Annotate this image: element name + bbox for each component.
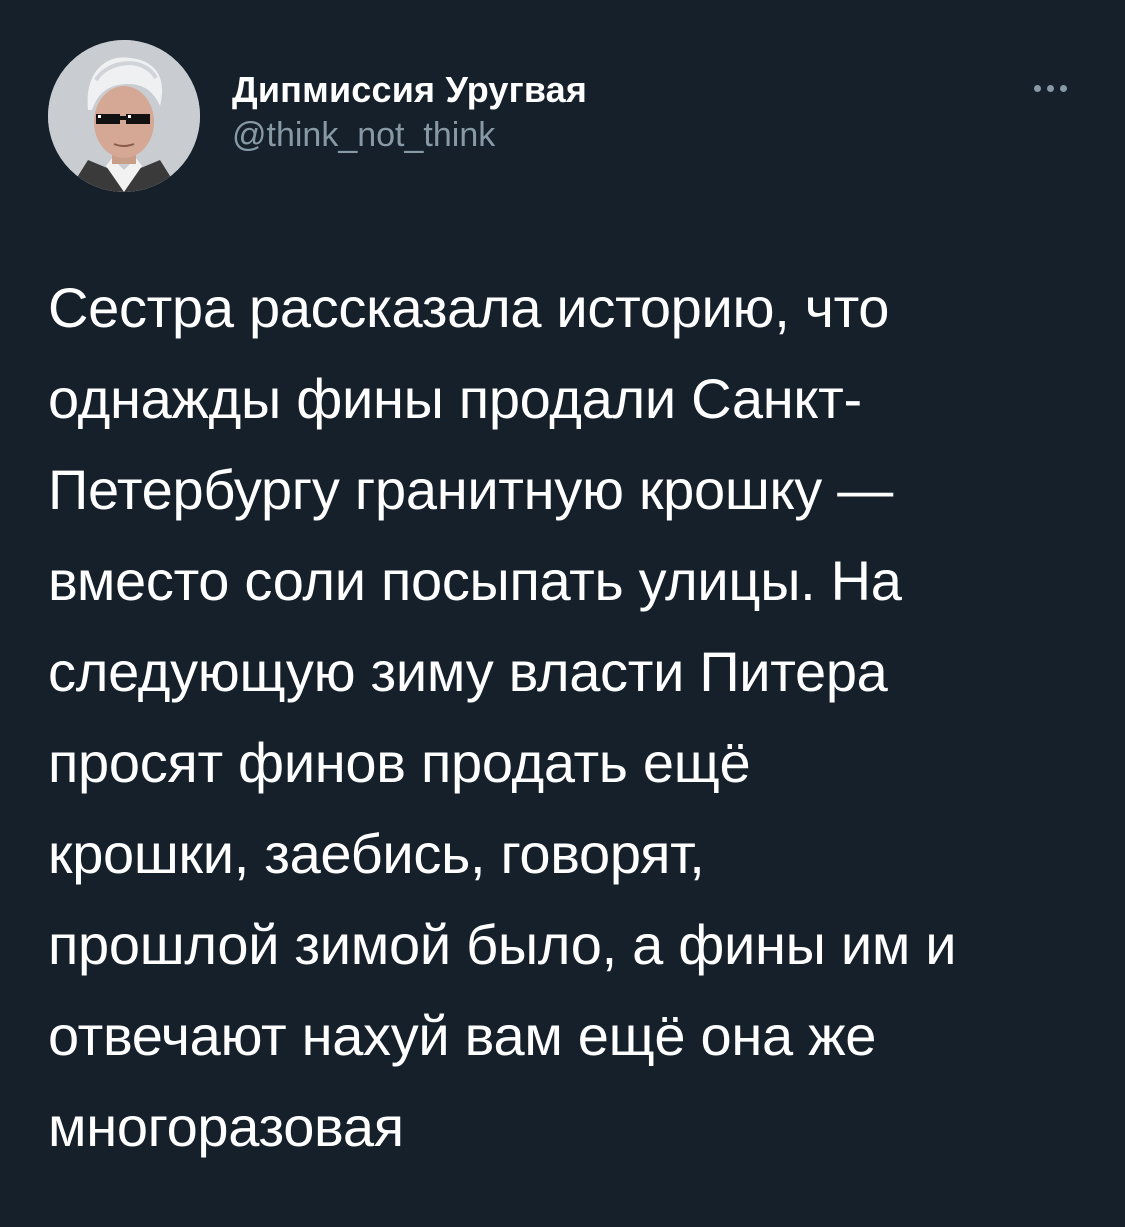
more-options-icon-dot <box>1046 84 1054 92</box>
more-options-icon-dot <box>1059 84 1067 92</box>
display-name[interactable]: Дипмиссия Уругвая <box>232 68 587 112</box>
tweet-text: Сестра рассказала историю, что однажды ф… <box>48 276 957 1158</box>
avatar[interactable] <box>48 40 200 192</box>
author-block: Дипмиссия Уругвая @think_not_think <box>232 68 587 156</box>
user-handle[interactable]: @think_not_think <box>232 114 587 156</box>
avatar-image <box>48 40 200 192</box>
tweet-card: Дипмиссия Уругвая @think_not_think Сестр… <box>0 0 1125 1227</box>
more-options-icon <box>1033 84 1041 92</box>
more-options-button[interactable] <box>1022 68 1078 108</box>
